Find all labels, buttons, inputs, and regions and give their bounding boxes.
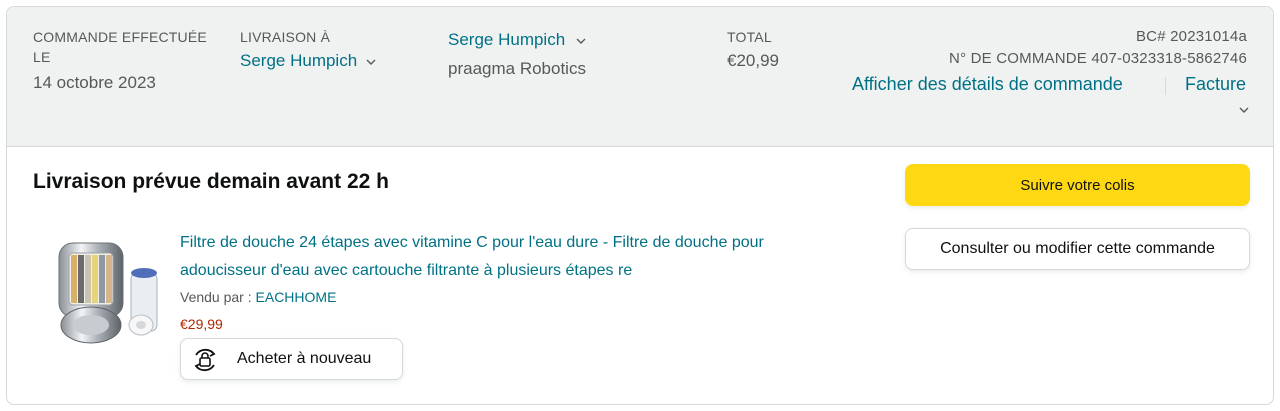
edit-order-button[interactable]: Consulter ou modifier cette commande bbox=[905, 228, 1250, 270]
ship-to-label: LIVRAISON À bbox=[240, 29, 331, 45]
seller-link[interactable]: EACHHOME bbox=[256, 289, 337, 305]
ship-to-dropdown[interactable]: Serge Humpich bbox=[240, 49, 376, 73]
order-number: N° DE COMMANDE 407-0323318-5862746 bbox=[949, 50, 1247, 67]
link-separator bbox=[1165, 77, 1166, 95]
total-label: TOTAL bbox=[727, 29, 772, 45]
product-title-link[interactable]: Filtre de douche 24 étapes avec vitamine… bbox=[180, 229, 860, 285]
order-date: 14 octobre 2023 bbox=[33, 73, 156, 92]
po-number: BC# 20231014a bbox=[1135, 28, 1247, 45]
delivery-status: Livraison prévue demain avant 22 h bbox=[33, 170, 389, 193]
item-price: €29,99 bbox=[180, 316, 223, 332]
chevron-down-icon bbox=[366, 59, 376, 65]
order-placed-label: COMMANDE EFFECTUÉE LE bbox=[33, 29, 207, 65]
sold-by-label: Vendu par : bbox=[180, 289, 256, 305]
product-title-line-1: Filtre de douche 24 étapes avec vitamine… bbox=[180, 234, 764, 251]
buy-again-label: Acheter à nouveau bbox=[237, 350, 372, 367]
order-card: COMMANDE EFFECTUÉE LE 14 octobre 2023 LI… bbox=[6, 6, 1274, 405]
sold-by: Vendu par : EACHHOME bbox=[180, 289, 336, 305]
chevron-down-icon[interactable] bbox=[1239, 106, 1249, 114]
total-value: €20,99 bbox=[727, 51, 779, 70]
ship-to-name: Serge Humpich bbox=[240, 51, 358, 70]
product-title-line-2: adoucisseur d'eau avec cartouche filtran… bbox=[180, 262, 633, 279]
shower-filter-product-image[interactable] bbox=[47, 233, 167, 351]
account-company: praagma Robotics bbox=[448, 59, 586, 78]
product-image-icon bbox=[58, 242, 158, 344]
order-details-link[interactable]: Afficher des détails de commande bbox=[852, 72, 1123, 96]
chevron-down-icon bbox=[576, 38, 586, 44]
invoice-link[interactable]: Facture bbox=[1185, 72, 1246, 96]
track-package-button[interactable]: Suivre votre colis bbox=[905, 164, 1250, 206]
account-name: Serge Humpich bbox=[448, 30, 566, 49]
buy-again-button[interactable]: Acheter à nouveau bbox=[180, 338, 403, 380]
order-header: COMMANDE EFFECTUÉE LE 14 octobre 2023 LI… bbox=[7, 7, 1273, 147]
account-dropdown[interactable]: Serge Humpich bbox=[448, 28, 586, 52]
buy-again-icon bbox=[194, 348, 216, 372]
